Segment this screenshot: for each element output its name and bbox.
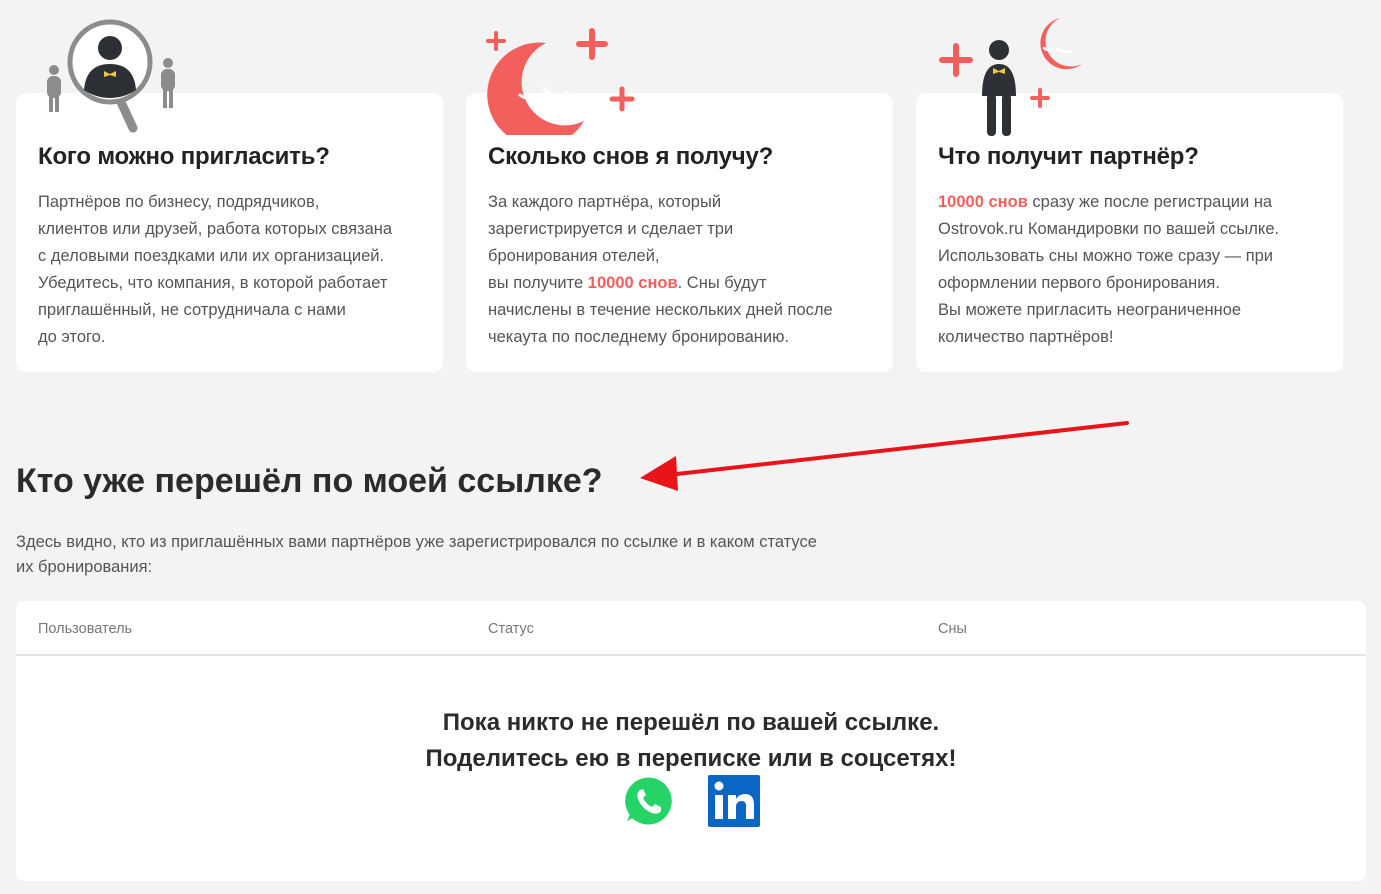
card-title: Что получит партнёр? [938,143,1199,170]
card-title: Сколько снов я получу? [488,143,774,170]
card-text: За каждого партнёра, который зарегистрир… [488,189,871,351]
referrals-table: Пользователь Статус Сны Пока никто не пе… [16,601,1366,881]
empty-line-2: Поделитесь ею в переписке или в соцсетях… [425,745,957,772]
section-title: Кто уже перешёл по моей ссылке? [16,462,603,500]
empty-line-1: Пока никто не перешёл по вашей ссылке. [442,709,940,736]
magnifier-people-icon [47,19,175,133]
linkedin-icon[interactable] [706,773,762,829]
card-title: Кого можно пригласить? [38,143,330,170]
card-text-after: сразу же после регистрации на Ostrovok.r… [938,193,1280,346]
column-dreams: Сны [938,621,967,637]
annotation-arrow-icon [640,421,1129,491]
table-header: Пользователь Статус Сны [16,601,1366,656]
column-status: Статус [488,621,534,637]
dreams-amount: 10000 снов [938,193,1028,211]
dreams-amount: 10000 снов [587,274,678,292]
column-user: Пользователь [38,621,133,637]
section-description: Здесь видно, кто из приглашённых вами па… [16,533,817,576]
page: Кого можно пригласить? Партнёров по бизн… [0,0,1381,894]
card-text: Партнёров по бизнесу, подрядчиков, клиен… [38,193,393,346]
sleeping-moon-icon [486,28,635,135]
share-buttons [16,773,1366,829]
whatsapp-icon[interactable] [620,773,676,829]
card-text: 10000 снов сразу же после регистрации на… [938,189,1321,351]
empty-state-message: Пока никто не перешёл по вашей ссылке. П… [16,705,1366,777]
partner-moon-icon [939,18,1082,136]
